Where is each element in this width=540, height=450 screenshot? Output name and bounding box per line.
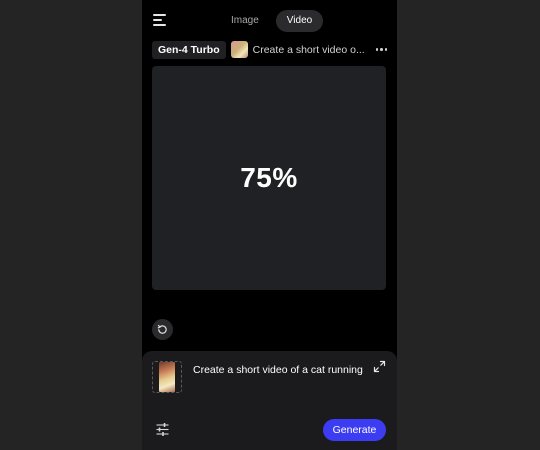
generation-header: Gen-4 Turbo Create a short video o...	[152, 40, 389, 59]
hamburger-menu-icon[interactable]	[153, 14, 167, 27]
refresh-icon[interactable]	[152, 319, 173, 340]
generate-button[interactable]: Generate	[323, 419, 386, 441]
prompt-composer: Create a short video of a cat running Ge…	[142, 351, 397, 450]
app-window: Image Video Gen-4 Turbo Create a short v…	[142, 0, 397, 450]
prompt-input[interactable]: Create a short video of a cat running	[193, 364, 363, 377]
reference-image-thumbnail	[230, 41, 248, 58]
progress-percentage: 75%	[240, 162, 298, 193]
more-horizontal-icon[interactable]	[374, 48, 390, 51]
video-preview: 75%	[152, 66, 386, 290]
tab-image[interactable]: Image	[220, 10, 270, 32]
tab-video[interactable]: Video	[275, 10, 324, 32]
expand-icon[interactable]	[373, 360, 386, 373]
model-badge[interactable]: Gen-4 Turbo	[152, 40, 226, 59]
sliders-icon[interactable]	[155, 422, 170, 437]
generation-title[interactable]: Create a short video o...	[253, 44, 365, 56]
attached-image-thumbnail[interactable]	[152, 361, 182, 393]
mode-tabs: Image Video	[220, 10, 324, 32]
